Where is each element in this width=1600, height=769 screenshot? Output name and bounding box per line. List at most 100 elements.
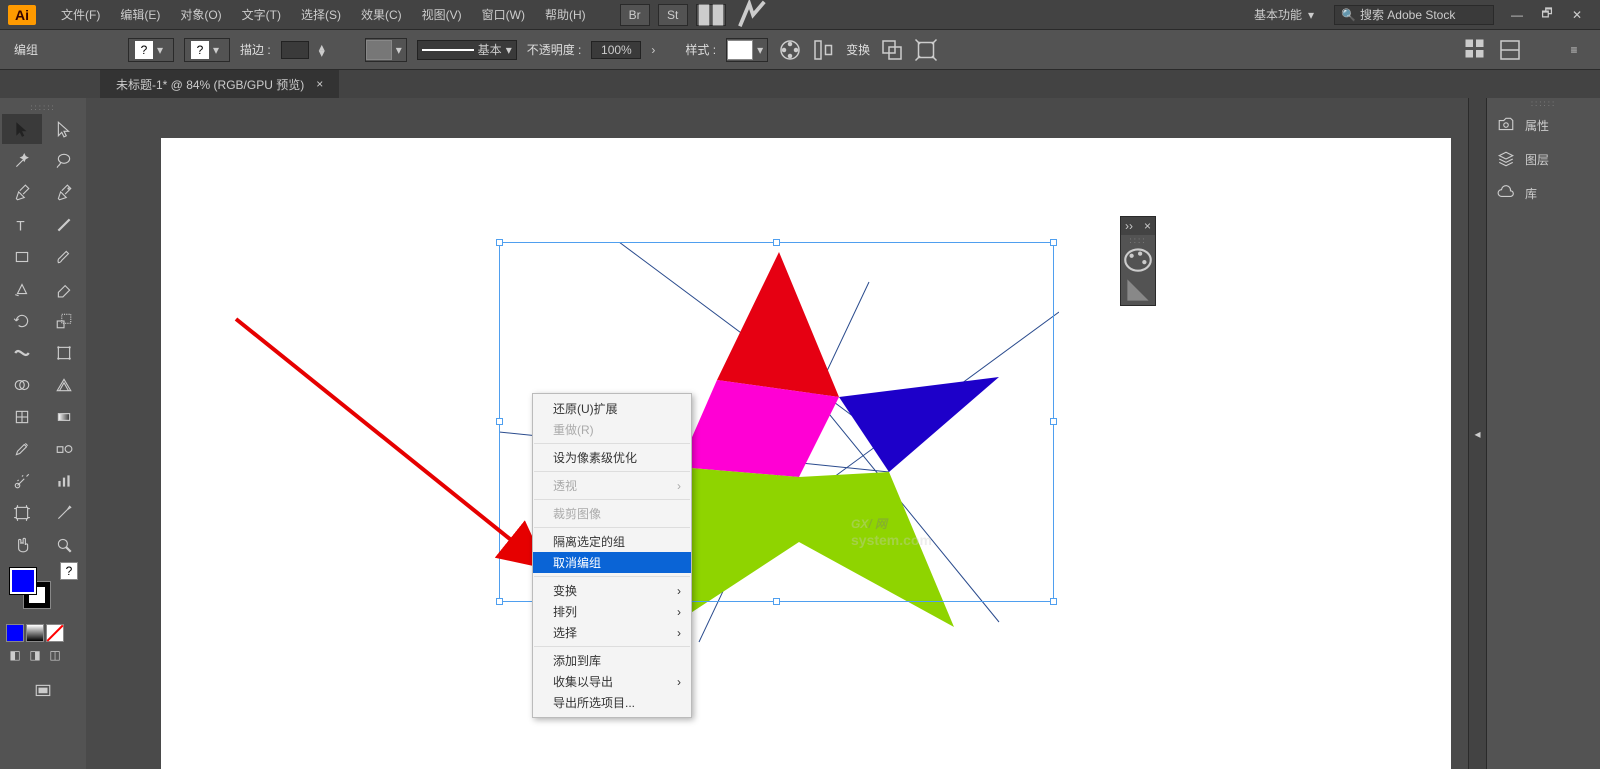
- line-tool[interactable]: [44, 210, 84, 240]
- zoom-tool[interactable]: [44, 530, 84, 560]
- stroke-weight-input[interactable]: [281, 41, 309, 59]
- maximize-button[interactable]: 🗗: [1532, 4, 1562, 26]
- draw-behind-icon[interactable]: ◨: [26, 646, 44, 664]
- draw-inside-icon[interactable]: ◫: [46, 646, 64, 664]
- lasso-tool[interactable]: [44, 146, 84, 176]
- search-input[interactable]: 🔍搜索 Adobe Stock: [1334, 5, 1494, 25]
- screen-mode-tool[interactable]: [6, 676, 80, 706]
- align-icon[interactable]: [812, 39, 836, 61]
- rotate-tool[interactable]: [2, 306, 42, 336]
- ctx-ungroup[interactable]: 取消编组: [533, 552, 691, 573]
- slice-tool[interactable]: [44, 498, 84, 528]
- color-guide-icon[interactable]: [1121, 275, 1155, 305]
- menu-file[interactable]: 文件(F): [51, 1, 110, 28]
- ctx-transform[interactable]: 变换: [533, 580, 691, 601]
- color-mode-solid[interactable]: [6, 624, 24, 642]
- graph-tool[interactable]: [44, 466, 84, 496]
- close-window-button[interactable]: ✕: [1562, 4, 1592, 26]
- tab-close-button[interactable]: ×: [316, 77, 323, 91]
- opacity-arrow-icon[interactable]: ›: [651, 43, 655, 57]
- paintbrush-tool[interactable]: [44, 242, 84, 272]
- document-tab[interactable]: 未标题-1* @ 84% (RGB/GPU 预览) ×: [100, 70, 339, 98]
- opacity-label: 不透明度 :: [527, 41, 582, 58]
- panel-properties[interactable]: 属性: [1487, 108, 1600, 142]
- default-colors-icon[interactable]: ?: [60, 562, 78, 580]
- color-mode-gradient[interactable]: [26, 624, 44, 642]
- artboard[interactable]: GX/ 网system.com: [161, 138, 1451, 769]
- var-width-dd[interactable]: ▾: [365, 38, 407, 62]
- close-icon[interactable]: ×: [1144, 219, 1151, 233]
- doc-setup-icon[interactable]: [1464, 39, 1488, 61]
- width-tool[interactable]: [2, 338, 42, 368]
- panel-grip-icon[interactable]: ::::::: [0, 102, 86, 112]
- mini-panel-header[interactable]: ›› ×: [1121, 217, 1155, 235]
- prefs-icon[interactable]: [1498, 39, 1522, 61]
- ctx-export-selection[interactable]: 导出所选项目...: [533, 692, 691, 713]
- shape-builder-tool[interactable]: [2, 370, 42, 400]
- type-tool[interactable]: T: [2, 210, 42, 240]
- menu-edit[interactable]: 编辑(E): [110, 1, 170, 28]
- panel-menu-icon[interactable]: ≡: [1562, 39, 1586, 61]
- workspace-switcher[interactable]: 基本功能▾: [1242, 3, 1326, 26]
- perspective-tool[interactable]: [44, 370, 84, 400]
- gradient-tool[interactable]: [44, 402, 84, 432]
- color-panel-icon[interactable]: [1121, 245, 1155, 275]
- stroke-weight-stepper[interactable]: ▴▾: [319, 44, 325, 56]
- selection-tool[interactable]: [2, 114, 42, 144]
- canvas-viewport[interactable]: GX/ 网system.com ››× :::: 还原(U)扩展 重做(R) 设…: [86, 98, 1468, 769]
- gpu-icon[interactable]: [738, 4, 768, 26]
- ctx-isolate[interactable]: 隔离选定的组: [533, 531, 691, 552]
- menu-help[interactable]: 帮助(H): [535, 1, 596, 28]
- minimize-button[interactable]: —: [1502, 4, 1532, 26]
- ctx-arrange[interactable]: 排列: [533, 601, 691, 622]
- collapse-icon[interactable]: ››: [1125, 219, 1133, 233]
- transform-link[interactable]: 变换: [846, 41, 870, 58]
- color-mode-none[interactable]: [46, 624, 64, 642]
- menu-effect[interactable]: 效果(C): [351, 1, 412, 28]
- eraser-tool[interactable]: [44, 274, 84, 304]
- rectangle-tool[interactable]: [2, 242, 42, 272]
- ctx-select[interactable]: 选择: [533, 622, 691, 643]
- fill-swatch[interactable]: [10, 568, 36, 594]
- mesh-tool[interactable]: [2, 402, 42, 432]
- ctx-undo[interactable]: 还原(U)扩展: [533, 398, 691, 419]
- eyedropper-tool[interactable]: [2, 434, 42, 464]
- ctx-add-to-lib[interactable]: 添加到库: [533, 650, 691, 671]
- blend-tool[interactable]: [44, 434, 84, 464]
- arrange-docs-icon[interactable]: [696, 4, 726, 26]
- menu-select[interactable]: 选择(S): [291, 1, 351, 28]
- fill-color-dd[interactable]: ?▾: [128, 38, 174, 62]
- symbol-sprayer-tool[interactable]: [2, 466, 42, 496]
- shape-mode-icon[interactable]: [880, 39, 904, 61]
- menu-object[interactable]: 对象(O): [170, 1, 231, 28]
- isolate-icon[interactable]: [914, 39, 938, 61]
- panel-libraries[interactable]: 库: [1487, 176, 1600, 210]
- menu-view[interactable]: 视图(V): [412, 1, 472, 28]
- draw-mode-icon[interactable]: ◧: [6, 646, 24, 664]
- stroke-color-dd[interactable]: ?▾: [184, 38, 230, 62]
- stock-icon[interactable]: St: [658, 4, 688, 26]
- magic-wand-tool[interactable]: [2, 146, 42, 176]
- ctx-collect-export[interactable]: 收集以导出: [533, 671, 691, 692]
- curvature-tool[interactable]: [44, 178, 84, 208]
- menu-type[interactable]: 文字(T): [232, 1, 291, 28]
- fill-stroke-swatch[interactable]: ?: [0, 562, 86, 622]
- panel-layers[interactable]: 图层: [1487, 142, 1600, 176]
- hand-tool[interactable]: [2, 530, 42, 560]
- graphic-style-dd[interactable]: ▾: [726, 38, 768, 62]
- pen-tool[interactable]: [2, 178, 42, 208]
- direct-selection-tool[interactable]: [44, 114, 84, 144]
- artboard-tool[interactable]: [2, 498, 42, 528]
- mini-color-panel[interactable]: ››× ::::: [1120, 216, 1156, 306]
- ctx-pixel-perfect[interactable]: 设为像素级优化: [533, 447, 691, 468]
- recolor-icon[interactable]: [778, 39, 802, 61]
- menu-window[interactable]: 窗口(W): [472, 1, 535, 28]
- opacity-input[interactable]: 100%: [591, 41, 641, 59]
- free-transform-tool[interactable]: [44, 338, 84, 368]
- scale-tool[interactable]: [44, 306, 84, 336]
- shaper-tool[interactable]: [2, 274, 42, 304]
- brush-def-dd[interactable]: 基本▾: [417, 40, 517, 60]
- panel-grip-icon[interactable]: ::::::: [1487, 98, 1600, 108]
- bridge-icon[interactable]: Br: [620, 4, 650, 26]
- panel-expand-strip[interactable]: ◂: [1468, 98, 1486, 769]
